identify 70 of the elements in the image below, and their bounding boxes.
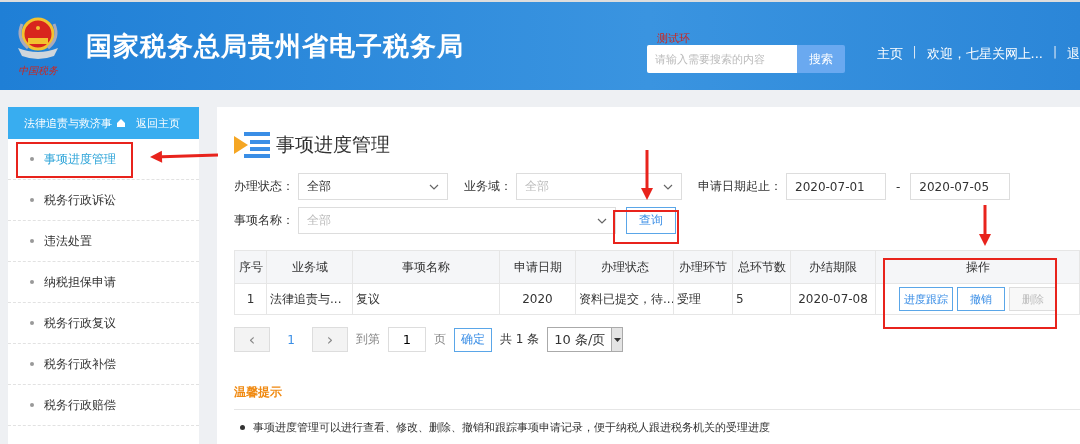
date-field[interactable]: 2020-07-05 <box>910 173 1011 200</box>
column-header: 办理环节 <box>673 250 733 284</box>
column-header: 序号 <box>234 250 267 284</box>
page-unit: 页 <box>434 331 446 348</box>
caret-icon <box>429 183 439 190</box>
total-count: 共 1 条 <box>500 331 540 348</box>
table-cell: 资料已提交，待... <box>575 283 674 315</box>
column-header: 申请日期 <box>499 250 576 284</box>
back-home-link[interactable]: 返回主页 <box>136 115 180 131</box>
tips-title: 温馨提示 <box>234 384 1080 410</box>
caret-icon <box>663 183 673 190</box>
table-cell: 2020 <box>499 283 576 315</box>
filter-label: 业务域： <box>464 178 512 195</box>
sidebar-item[interactable]: 税务行政复议 <box>8 303 199 344</box>
sidebar-title: 法律追责与救济事 <box>24 115 112 131</box>
column-header: 操作 <box>875 250 1080 284</box>
table-cell: 5 <box>732 283 791 315</box>
search-button[interactable]: 搜索 <box>796 45 845 73</box>
table-cell: 法律追责与... <box>266 283 353 315</box>
dropdown-arrow-icon <box>613 337 621 342</box>
table-cell: 复议 <box>352 283 500 315</box>
caret-icon <box>597 217 607 224</box>
action-button[interactable]: 进度跟踪 <box>898 287 953 311</box>
nav-link[interactable]: 主页 <box>876 45 903 63</box>
column-header: 事项名称 <box>352 250 500 284</box>
action-button[interactable]: 撤销 <box>956 287 1005 311</box>
date-field[interactable]: 2020-07-01 <box>786 173 886 200</box>
page-number[interactable]: 1 <box>270 332 312 347</box>
page-field[interactable]: 1 <box>388 327 426 352</box>
filter-label: 申请日期起止： <box>698 178 782 195</box>
confirm-button[interactable]: 确定 <box>454 327 492 352</box>
page-size-select[interactable]: 10 条/页 <box>547 327 624 352</box>
home-icon <box>116 118 126 128</box>
nav-separator: | <box>912 45 917 61</box>
next-page-button[interactable]: › <box>312 327 348 352</box>
annotation-frame <box>613 210 679 244</box>
site-title: 国家税务总局贵州省电子税务局 <box>86 29 464 63</box>
emblem-caption: 中国税务 <box>18 64 58 78</box>
tip-text: 事项进度管理可以进行查看、修改、删除、撤销和跟踪事项申请记录，便于纳税人跟进税务机关的受理进度 <box>253 420 770 435</box>
column-header: 办理状态 <box>575 250 674 284</box>
filter-label: 办理状态： <box>234 178 294 195</box>
environment-label: 测试环 <box>656 31 691 45</box>
sidebar-item[interactable]: 税务行政补偿 <box>8 344 199 385</box>
domain-select[interactable]: 全部 <box>516 173 682 200</box>
date-separator: - <box>896 179 901 194</box>
table-cell: 受理 <box>673 283 733 315</box>
page-title: 事项进度管理 <box>276 132 390 157</box>
table-cell: 2020-07-08 <box>790 283 876 315</box>
column-header: 办结期限 <box>790 250 876 284</box>
goto-label: 到第 <box>356 331 380 348</box>
sidebar-item[interactable]: 税务行政诉讼 <box>8 180 199 221</box>
column-header: 总环节数 <box>732 250 791 284</box>
sidebar-item[interactable]: 税务行政赔偿 <box>8 385 199 426</box>
query-button[interactable]: 查询 <box>626 207 676 234</box>
filter-label: 事项名称： <box>234 212 294 229</box>
table-cell: 1 <box>234 283 267 315</box>
sidebar-item[interactable]: 纳税担保申请 <box>8 262 199 303</box>
annotation-arrow <box>641 150 653 200</box>
annotation-arrow <box>150 150 219 163</box>
list-icon <box>234 130 270 160</box>
sidebar-item[interactable]: 违法处置 <box>8 221 199 262</box>
status-select[interactable]: 全部 <box>298 173 448 200</box>
annotation-arrow <box>979 205 991 246</box>
item-select[interactable]: 全部 <box>298 207 616 234</box>
nav-link[interactable]: 欢迎，七星关网上... <box>926 45 1043 63</box>
previous-page-button[interactable]: ‹ <box>234 327 270 352</box>
bullet-icon <box>240 425 245 430</box>
nav-link[interactable]: 退 <box>1067 45 1080 63</box>
column-header: 业务域 <box>266 250 353 284</box>
nav-separator: | <box>1052 45 1057 61</box>
